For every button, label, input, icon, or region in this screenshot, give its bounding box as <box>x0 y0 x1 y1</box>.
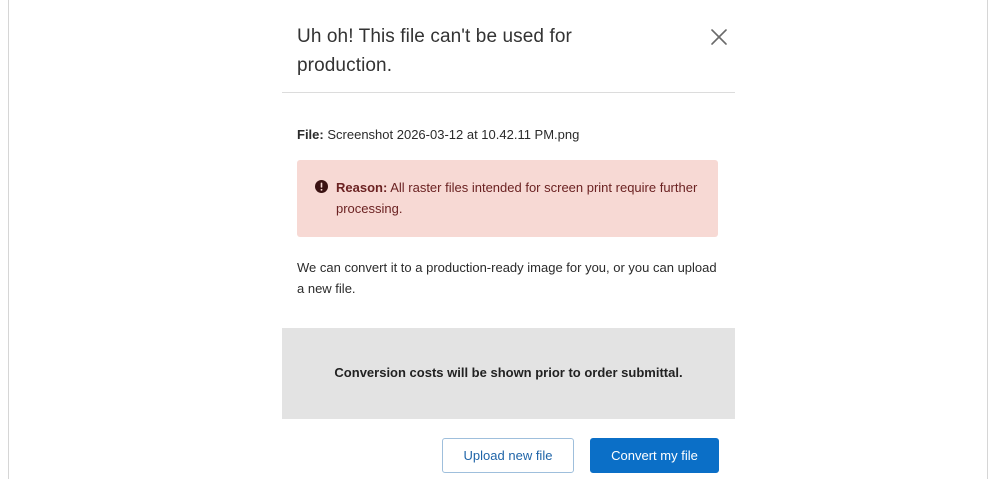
page-edge-left <box>8 0 9 479</box>
screen: Uh oh! This file can't be used for produ… <box>0 0 995 479</box>
file-name: Screenshot 2026-03-12 at 10.42.11 PM.png <box>327 127 580 142</box>
close-icon <box>711 29 727 45</box>
file-label: File: <box>297 127 324 142</box>
exclamation-circle-icon <box>315 180 328 193</box>
conversion-message: We can convert it to a production-ready … <box>297 260 717 296</box>
reason-label: Reason: <box>336 180 388 195</box>
dialog-title: Uh oh! This file can't be used for produ… <box>297 26 572 76</box>
convert-my-file-button[interactable]: Convert my file <box>590 438 719 473</box>
cost-notice: Conversion costs will be shown prior to … <box>282 328 735 419</box>
header-divider <box>282 92 735 93</box>
file-error-dialog: Uh oh! This file can't be used for produ… <box>282 0 735 479</box>
reason-text: All raster files intended for screen pri… <box>336 180 698 216</box>
page-edge-right <box>987 0 988 479</box>
close-button[interactable] <box>708 26 730 48</box>
file-info: File: Screenshot 2026-03-12 at 10.42.11 … <box>297 127 579 142</box>
dialog-header: Uh oh! This file can't be used for produ… <box>297 22 727 80</box>
cost-notice-text: Conversion costs will be shown prior to … <box>334 365 683 380</box>
alert-message: Reason: All raster files intended for sc… <box>336 177 702 219</box>
reason-alert: Reason: All raster files intended for sc… <box>297 160 718 237</box>
upload-new-file-button[interactable]: Upload new file <box>442 438 574 473</box>
